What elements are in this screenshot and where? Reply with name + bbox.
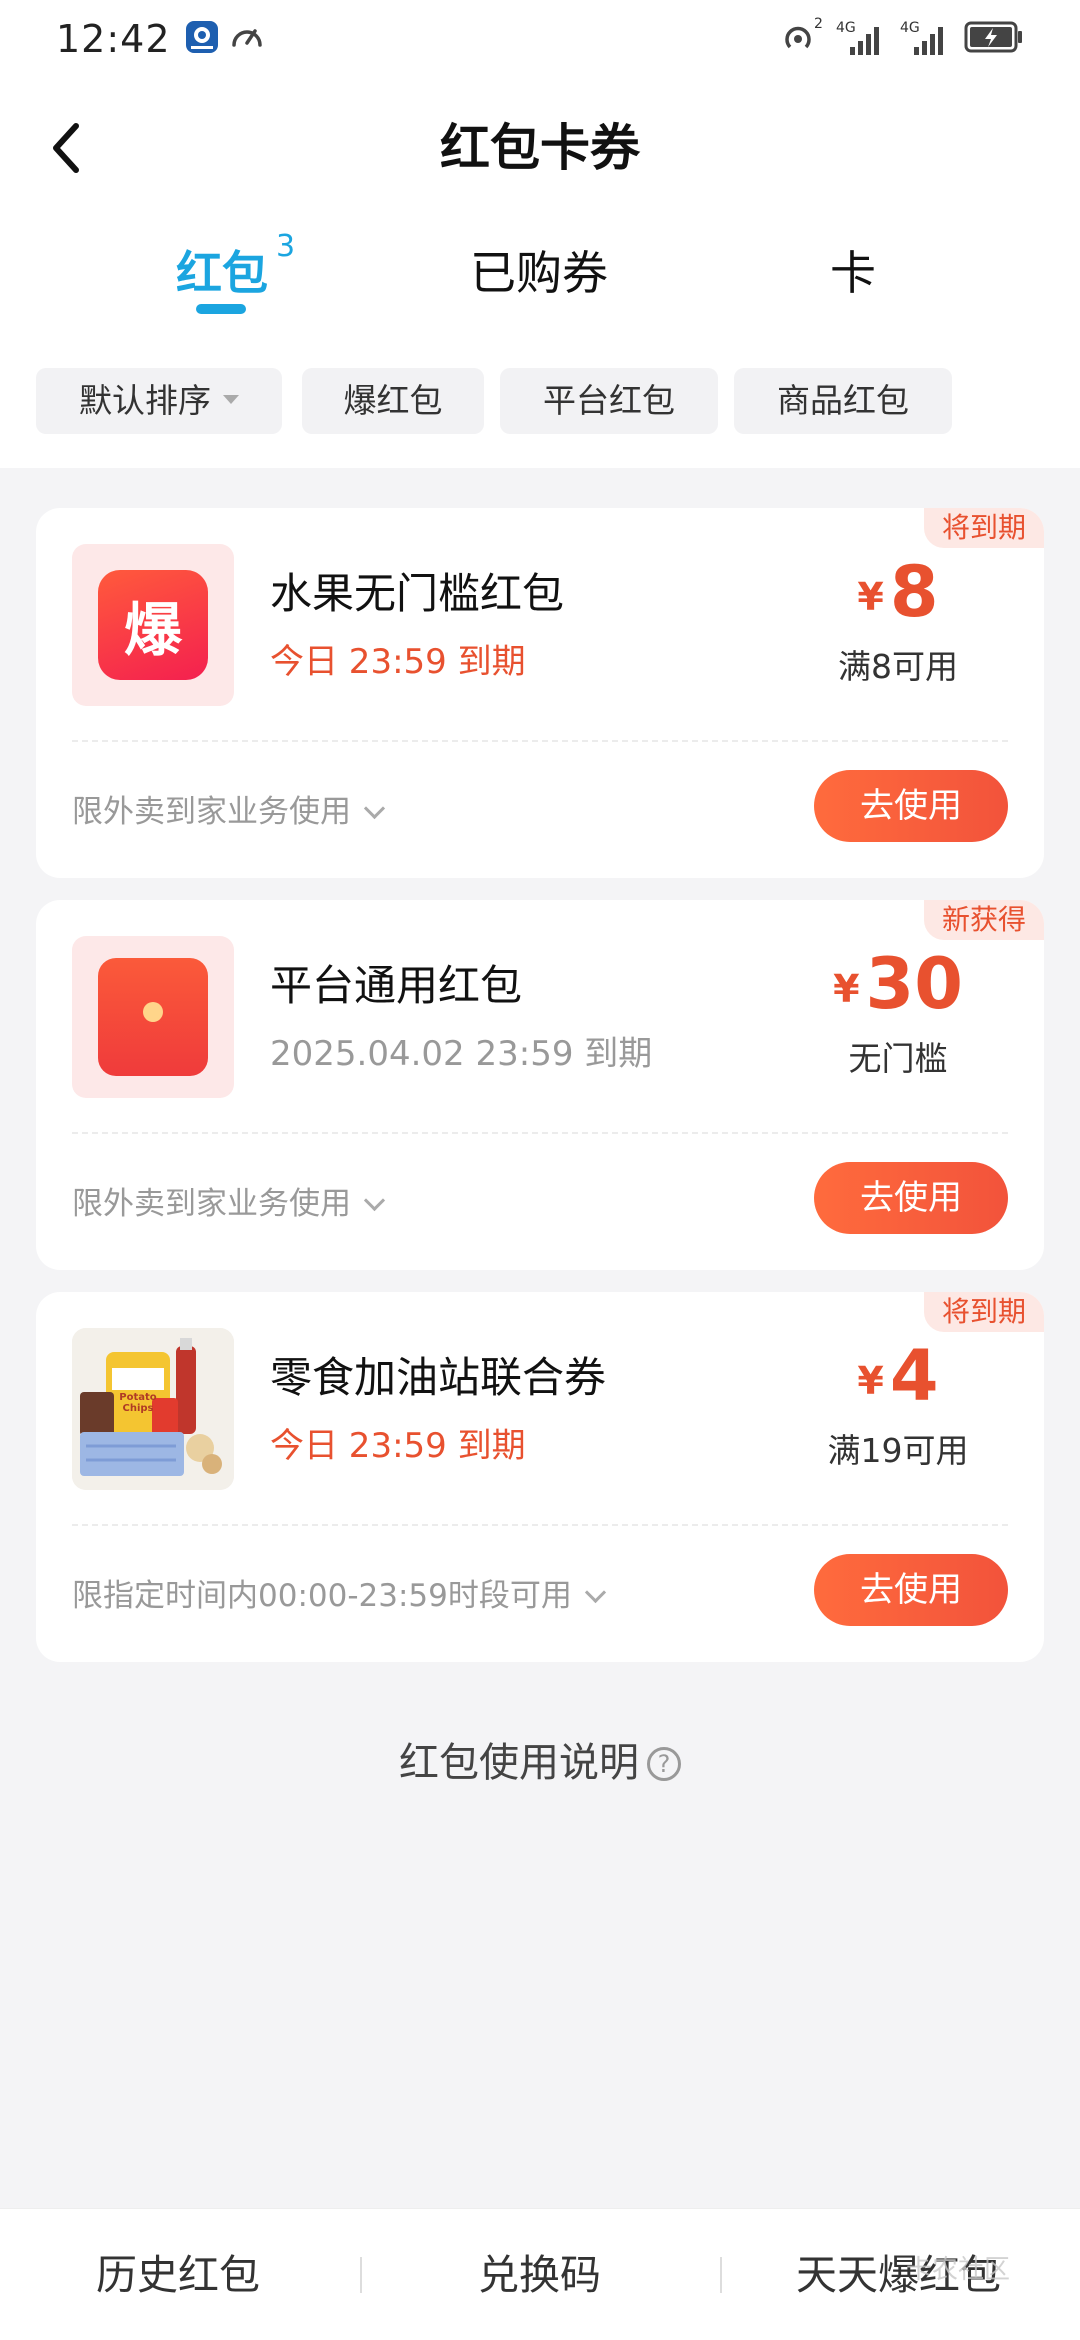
coupon-expiry: 今日 23:59 到期 [270,642,526,682]
history-hongbao-button[interactable]: 历史红包 [96,2209,260,2340]
chevron-down-icon [584,1581,606,1604]
header: 红包卡券 红包 3 已购券 卡 默认排序 爆红包 平台红包 商品红包 [0,78,1080,468]
coupon-thumb [72,936,234,1098]
filter-sort-default[interactable]: 默认排序 [36,368,282,434]
status-right: 2 4G 4G [782,16,1024,59]
coupon-card[interactable]: 将到期 Potato Chips 零食加油站联合券 今日 23:59 到期 ¥4… [36,1292,1044,1662]
bottom-bar: 历史红包 兑换码 天天爆红包 卡农社区 [0,2208,1080,2340]
bao-icon-text: 爆 [123,596,182,664]
tab-purchased-label: 已购券 [470,246,608,300]
coupon-scope-toggle[interactable]: 限指定时间内00:00-23:59时段可用 [72,1570,606,1615]
coupon-scope-text: 限指定时间内00:00-23:59时段可用 [72,1578,572,1614]
tab-hongbao-label: 红包 [176,246,268,300]
coupon-name: 平台通用红包 [270,961,523,1010]
coupon-condition: 满19可用 [827,1431,969,1470]
coupon-tag-expiring: 将到期 [923,1292,1044,1332]
coupon-amount: ¥8 [788,552,1008,632]
coupon-amount: ¥30 [788,944,1008,1024]
coupon-expiry: 今日 23:59 到期 [270,1426,526,1466]
caret-down-icon [223,395,239,404]
hongbao-usage-instructions-link[interactable]: 红包使用说明? [0,1730,1080,1788]
status-time: 12:42 [56,17,171,61]
question-circle-icon: ? [647,1747,681,1781]
status-bar: 12:42 2 4G 4G [0,0,1080,78]
signal-icon-1: 4G [836,21,886,57]
amount-value: 8 [889,551,939,633]
signal-icon-2: 4G [900,21,950,57]
battery-charging-icon [964,20,1024,58]
coupon-name: 水果无门槛红包 [270,569,565,618]
card-divider [72,1524,1008,1526]
tab-active-indicator [196,304,246,314]
currency-symbol: ¥ [833,967,860,1011]
coupon-thumb: Potato Chips [72,1328,234,1490]
amount-value: 4 [889,1335,939,1417]
app-notification-icon [185,20,219,58]
coupon-tag-expiring: 将到期 [923,508,1044,548]
filter-bao-label: 爆红包 [343,381,443,420]
bottom-separator [720,2257,722,2293]
chevron-down-icon [363,1189,386,1212]
coupon-card[interactable]: 新获得 平台通用红包 2025.04.02 23:59 到期 ¥30 无门槛 限… [36,900,1044,1270]
card-divider [72,1132,1008,1134]
coupon-scope-text: 限外卖到家业务使用 [72,1186,351,1222]
tab-cards-label: 卡 [830,246,876,300]
coupon-expiry: 2025.04.02 23:59 到期 [270,1034,653,1074]
filter-bao-hongbao[interactable]: 爆红包 [302,368,484,434]
tab-purchased-coupons[interactable]: 已购券 [470,218,608,328]
red-envelope-icon [98,958,208,1076]
bottom-separator [360,2257,362,2293]
filter-product-label: 商品红包 [777,381,909,420]
hotspot-count: 2 [814,16,823,32]
coupon-scope-text: 限外卖到家业务使用 [72,794,351,830]
use-coupon-button[interactable]: 去使用 [814,770,1008,842]
currency-symbol: ¥ [857,575,884,619]
coupon-amount: ¥4 [788,1336,1008,1416]
filter-sort-label: 默认排序 [79,381,211,420]
currency-symbol: ¥ [857,1359,884,1403]
coupon-scope-toggle[interactable]: 限外卖到家业务使用 [72,1178,386,1223]
filter-platform-label: 平台红包 [543,381,675,420]
use-coupon-button[interactable]: 去使用 [814,1162,1008,1234]
coupon-thumb: 爆 [72,544,234,706]
snacks-image-label: Potato Chips [119,1392,157,1414]
filter-platform-hongbao[interactable]: 平台红包 [500,368,718,434]
coupon-condition: 满8可用 [838,647,958,686]
speedometer-icon [229,19,265,59]
tab-cards[interactable]: 卡 [830,218,876,328]
bao-icon: 爆 [98,570,208,680]
help-link-label: 红包使用说明 [399,1740,639,1786]
chevron-down-icon [363,797,386,820]
coupon-scope-toggle[interactable]: 限外卖到家业务使用 [72,786,386,831]
redeem-code-button[interactable]: 兑换码 [478,2209,601,2340]
coupon-tag-new: 新获得 [923,900,1044,940]
coupon-card[interactable]: 将到期 爆 水果无门槛红包 今日 23:59 到期 ¥8 满8可用 限外卖到家业… [36,508,1044,878]
coupon-name: 零食加油站联合券 [270,1353,607,1402]
coupon-condition: 无门槛 [848,1039,948,1078]
filter-row: 默认排序 爆红包 平台红包 商品红包 [36,368,1080,434]
card-divider [72,740,1008,742]
use-coupon-button[interactable]: 去使用 [814,1554,1008,1626]
tab-bar: 红包 3 已购券 卡 [0,218,1080,328]
filter-product-hongbao[interactable]: 商品红包 [734,368,952,434]
hotspot-icon: 2 [782,16,823,59]
status-left-icons [185,19,265,59]
page-title: 红包卡券 [440,119,640,177]
watermark: 卡农社区 [905,2255,1010,2285]
tab-hongbao-badge: 3 [276,229,296,264]
envelope-seal [143,1002,163,1022]
amount-value: 30 [865,943,963,1025]
